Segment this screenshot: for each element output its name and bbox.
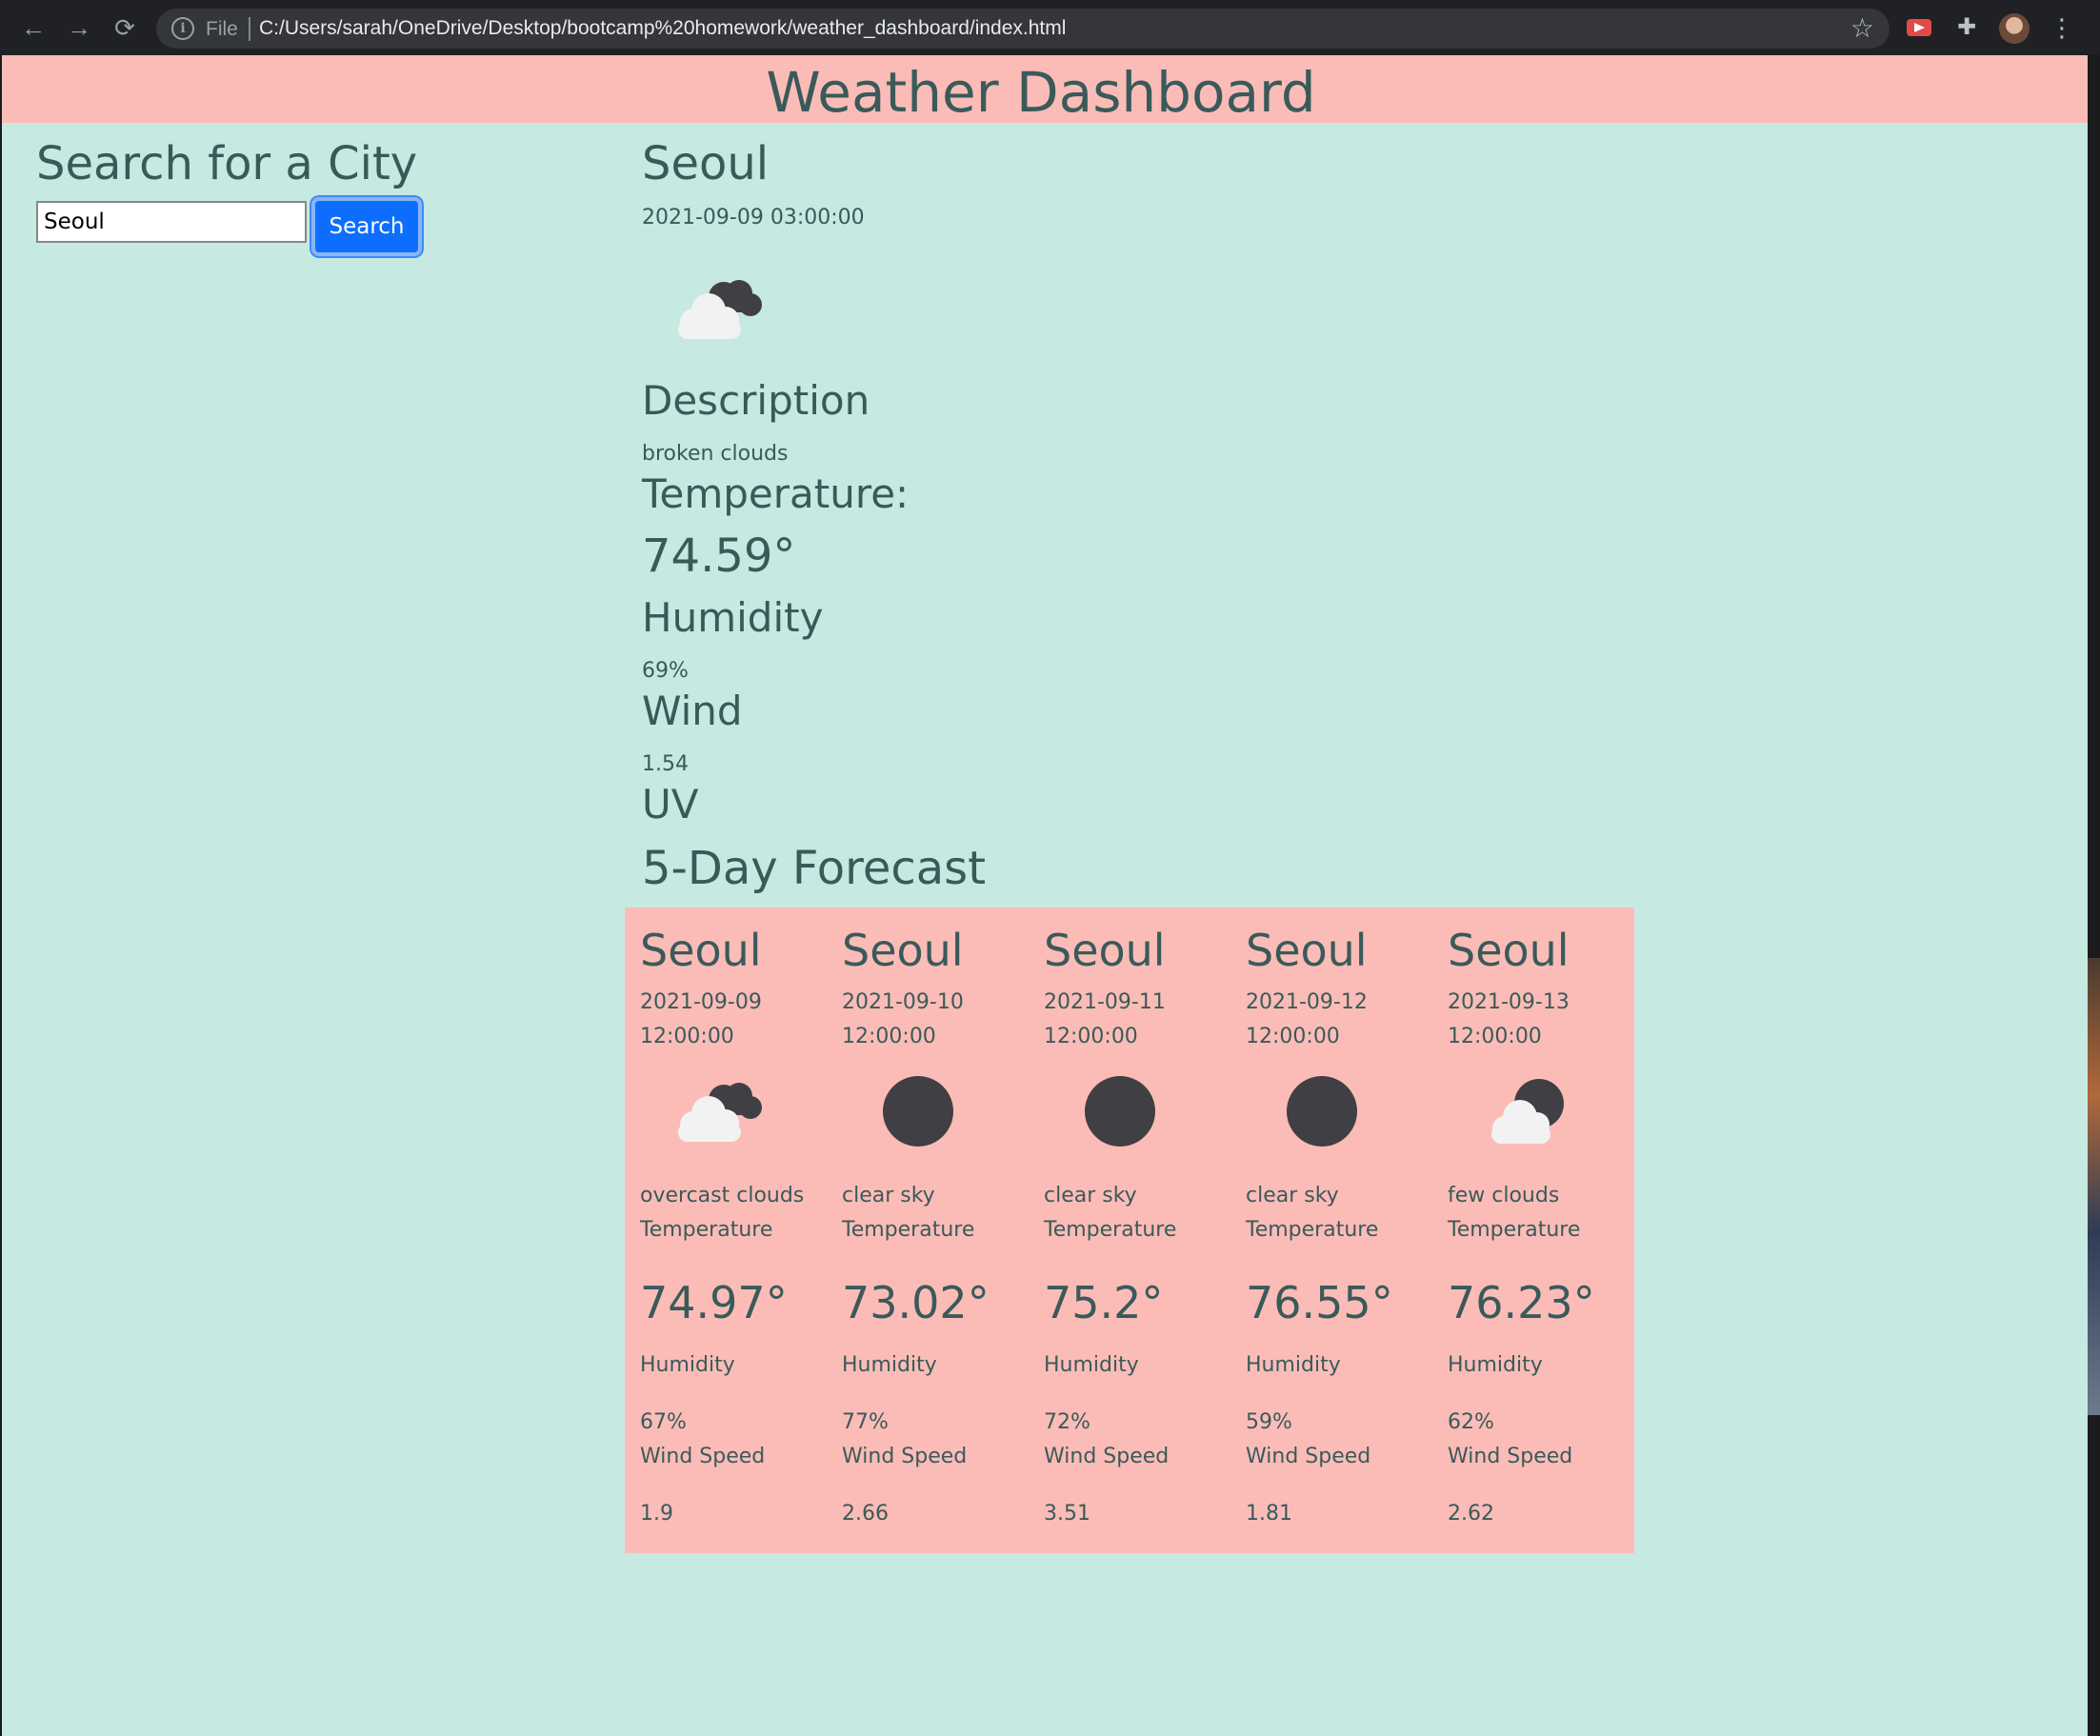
forecast-description: few clouds — [1448, 1184, 1560, 1207]
screen-recorder-extension-icon[interactable] — [1907, 19, 1931, 36]
browser-menu-icon[interactable]: ⋮ — [2050, 11, 2074, 44]
forecast-wind-label: Wind Speed — [1448, 1445, 1573, 1468]
forecast-description: clear sky — [1044, 1184, 1137, 1207]
clear-sky-icon — [1265, 1064, 1370, 1168]
current-city: Seoul — [642, 137, 770, 190]
forecast-temperature-label: Temperature — [1044, 1218, 1177, 1242]
forecast-wind-label: Wind Speed — [1246, 1445, 1371, 1468]
forecast-humidity: 77% — [842, 1410, 889, 1434]
clear-sky-icon — [861, 1064, 966, 1168]
forecast-temperature: 76.23° — [1448, 1277, 1595, 1328]
weather-dashboard-page: Weather Dashboard Search for a City Sear… — [2, 55, 2088, 1736]
broken-clouds-icon — [678, 280, 762, 339]
forecast-humidity-label: Humidity — [1246, 1353, 1341, 1377]
forecast-description: clear sky — [1246, 1184, 1339, 1207]
forecast-humidity-label: Humidity — [640, 1353, 735, 1377]
forecast-day-card: Seoul 2021-09-13 12:00:00 few clouds Tempera… — [1432, 908, 1634, 1553]
forecast-temperature-label: Temperature — [842, 1218, 975, 1242]
page-title: Weather Dashboard — [766, 60, 1316, 125]
forecast-wind-label: Wind Speed — [1044, 1445, 1170, 1468]
forecast-panel: Seoul 2021-09-09 12:00:00 overcast clouds Te… — [625, 908, 1634, 1553]
description-heading: Description — [642, 377, 870, 424]
forecast-temperature: 73.02° — [842, 1277, 990, 1328]
forecast-date: 2021-09-12 12:00:00 — [1246, 990, 1368, 1048]
current-wind: 1.54 — [642, 752, 689, 776]
current-temperature: 74.59° — [642, 529, 796, 583]
forecast-city: Seoul — [640, 925, 762, 976]
forecast-temperature-label: Temperature — [640, 1218, 773, 1242]
forecast-temperature-label: Temperature — [1448, 1218, 1581, 1242]
reload-icon[interactable]: ⟳ — [110, 13, 139, 42]
forecast-heading: 5-Day Forecast — [642, 842, 987, 895]
scheme-label: File — [206, 18, 238, 40]
forecast-description: clear sky — [842, 1184, 935, 1207]
forecast-humidity-label: Humidity — [842, 1353, 937, 1377]
header-banner: Weather Dashboard — [2, 55, 2088, 125]
uv-heading: UV — [642, 781, 699, 828]
forecast-temperature: 75.2° — [1044, 1277, 1164, 1328]
wind-heading: Wind — [642, 688, 743, 734]
window-edge — [2088, 55, 2100, 1736]
search-button[interactable]: Search — [311, 197, 422, 256]
current-datetime: 2021-09-09 03:00:00 — [642, 206, 865, 229]
forecast-humidity: 67% — [640, 1410, 687, 1434]
forecast-temperature-label: Temperature — [1246, 1218, 1379, 1242]
forecast-wind: 2.66 — [842, 1502, 889, 1526]
browser-toolbar: ← → ⟳ i File C:/Users/sarah/OneDrive/Des… — [0, 0, 2100, 55]
forecast-wind: 1.9 — [640, 1502, 673, 1526]
forecast-wind: 1.81 — [1246, 1502, 1292, 1526]
forecast-day-card: Seoul 2021-09-12 12:00:00 clear sky Temperat… — [1230, 908, 1432, 1553]
profile-avatar[interactable] — [1999, 13, 2030, 44]
forecast-date: 2021-09-13 12:00:00 — [1448, 990, 1570, 1048]
forecast-humidity-label: Humidity — [1448, 1353, 1543, 1377]
forecast-city: Seoul — [1044, 925, 1166, 976]
forecast-humidity: 72% — [1044, 1410, 1090, 1434]
address-divider — [249, 17, 250, 41]
forecast-humidity: 59% — [1246, 1410, 1292, 1434]
current-description: broken clouds — [642, 442, 789, 466]
forecast-date: 2021-09-10 12:00:00 — [842, 990, 964, 1048]
forecast-date: 2021-09-09 12:00:00 — [640, 990, 762, 1048]
forecast-city: Seoul — [1246, 925, 1368, 976]
forecast-humidity-label: Humidity — [1044, 1353, 1139, 1377]
forecast-day-card: Seoul 2021-09-09 12:00:00 overcast clouds Te… — [625, 908, 827, 1553]
broken-clouds-icon — [659, 1064, 764, 1168]
forecast-wind: 3.51 — [1044, 1502, 1090, 1526]
humidity-heading: Humidity — [642, 594, 824, 641]
current-humidity: 69% — [642, 659, 689, 683]
clear-sky-icon — [1063, 1064, 1168, 1168]
forecast-humidity: 62% — [1448, 1410, 1494, 1434]
search-heading: Search for a City — [36, 137, 418, 190]
address-bar[interactable]: i File C:/Users/sarah/OneDrive/Desktop/b… — [156, 9, 1890, 49]
forecast-city: Seoul — [842, 925, 964, 976]
forecast-day-card: Seoul 2021-09-11 12:00:00 clear sky Temperat… — [1029, 908, 1230, 1553]
city-search-input[interactable] — [36, 201, 307, 243]
forecast-day-card: Seoul 2021-09-10 12:00:00 clear sky Temperat… — [827, 908, 1029, 1553]
forecast-temperature: 74.97° — [640, 1277, 788, 1328]
forecast-wind-label: Wind Speed — [640, 1445, 766, 1468]
info-icon[interactable]: i — [171, 17, 194, 40]
few-clouds-icon — [1467, 1064, 1571, 1168]
forecast-description: overcast clouds — [640, 1184, 805, 1207]
forecast-date: 2021-09-11 12:00:00 — [1044, 990, 1166, 1048]
desktop-wallpaper-sliver — [2088, 958, 2100, 1415]
bookmark-star-icon[interactable]: ☆ — [1850, 12, 1874, 44]
back-arrow-icon[interactable]: ← — [19, 13, 48, 42]
forecast-temperature: 76.55° — [1246, 1277, 1393, 1328]
forecast-city: Seoul — [1448, 925, 1570, 976]
extensions-puzzle-icon[interactable]: ✚ — [1952, 13, 1981, 42]
forward-arrow-icon[interactable]: → — [65, 13, 93, 42]
url-text[interactable]: C:/Users/sarah/OneDrive/Desktop/bootcamp… — [259, 17, 1066, 40]
forecast-wind-label: Wind Speed — [842, 1445, 968, 1468]
temperature-heading: Temperature: — [642, 470, 910, 517]
forecast-wind: 2.62 — [1448, 1502, 1494, 1526]
